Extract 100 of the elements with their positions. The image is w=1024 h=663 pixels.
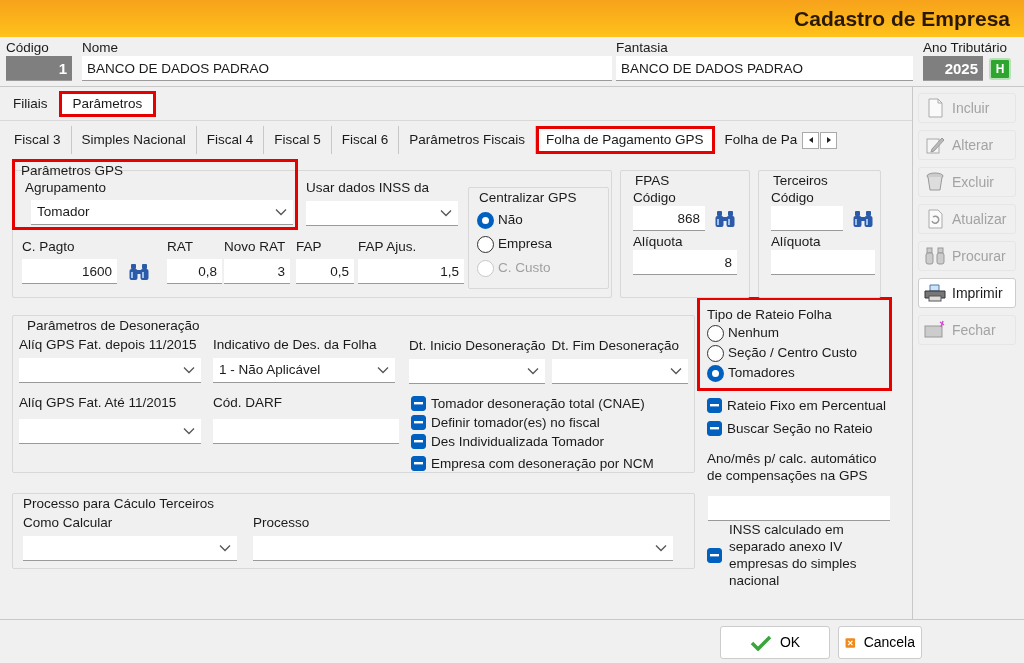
input-field[interactable]: 8 (633, 250, 737, 276)
field-label: Usar dados INSS da (306, 179, 430, 196)
binoculars-icon[interactable] (853, 209, 873, 228)
radio-button[interactable] (707, 344, 724, 362)
field-label: Novo RAT (224, 238, 286, 255)
checkbox[interactable] (707, 398, 722, 413)
dash-icon (414, 462, 423, 466)
field-label: Alíquota (633, 233, 683, 251)
input-field[interactable]: 1,5 (358, 259, 464, 284)
checkbox[interactable] (707, 547, 722, 563)
checkbox[interactable] (411, 456, 426, 472)
binoculars-icon[interactable] (129, 262, 149, 281)
input-field[interactable]: 3 (224, 259, 290, 284)
dropdown[interactable] (409, 359, 545, 385)
dropdown[interactable] (253, 536, 673, 562)
radio-label: Nenhum (728, 323, 780, 342)
dash-icon (414, 402, 423, 406)
dropdown[interactable] (306, 201, 458, 226)
chevron-down-icon (655, 544, 667, 553)
field-label: Indicativo de Des. da Folha (213, 336, 377, 354)
arrow-right-icon (824, 135, 833, 145)
dialog-button[interactable]: OK (720, 626, 830, 659)
radio-label: Não (498, 211, 523, 230)
group-title: Parâmetros GPS (21, 163, 125, 179)
checkbox-label: Empresa com desoneração por NCM (431, 455, 654, 474)
chevron-down-icon (440, 209, 452, 217)
radio-label: Empresa (498, 235, 553, 254)
radio-button[interactable] (477, 235, 494, 253)
field-label: Dt. Fim Desoneração (551, 337, 680, 355)
field-label: Código (6, 39, 49, 56)
binoculars-icon[interactable] (715, 209, 735, 228)
field-label: Código (771, 189, 814, 207)
dropdown[interactable] (19, 358, 201, 384)
checkbox-label: INSS calculado em separado anexo IV empresas do simples nacional (729, 521, 858, 589)
dropdown[interactable]: 1 - Não Aplicável (213, 358, 395, 384)
input-field[interactable]: 0,8 (167, 259, 222, 284)
input-field[interactable]: 0,5 (296, 259, 354, 284)
input-field[interactable]: 1 (6, 56, 72, 81)
chevron-down-icon (219, 544, 231, 553)
field-label: Agrupamento (25, 179, 107, 196)
scroll-right-button[interactable] (820, 131, 838, 149)
input-field[interactable]: BANCO DE DADOS PADRAO (82, 56, 612, 81)
field-label: Cód. DARF (213, 394, 283, 412)
binoculars-icon (924, 246, 946, 266)
field-label: Alíquota (771, 233, 821, 251)
field-label: Fantasia (616, 39, 668, 56)
tab[interactable]: Folha de Pagamento GPS (535, 126, 715, 154)
radio-label: C. Custo (498, 259, 551, 278)
chevron-down-icon (183, 427, 195, 436)
radio-button[interactable] (707, 364, 724, 382)
chevron-down-icon (527, 367, 539, 376)
scroll-left-button[interactable] (802, 131, 820, 149)
checkbox-label: Buscar Seção no Rateio (727, 420, 873, 438)
field-label: Ano/mês p/ calc. automático de compensações na GPS (707, 450, 878, 484)
dropdown[interactable] (551, 359, 688, 385)
toolbar-button[interactable]: Imprimir (918, 278, 1016, 308)
checkbox[interactable] (411, 415, 426, 431)
tab[interactable]: Parâmetros (58, 91, 157, 117)
dropdown[interactable] (23, 536, 237, 562)
chevron-down-icon (275, 208, 287, 216)
window-title: Cadastro de Empresa (794, 5, 1010, 32)
input-field[interactable]: 2025 (923, 56, 983, 81)
checkbox[interactable] (707, 421, 722, 436)
field-label: Dt. Inicio Desoneração (409, 337, 546, 355)
radio-label: Tomadores (728, 363, 795, 382)
dash-icon (710, 404, 719, 407)
group-title: Tipo de Rateio Folha (707, 307, 833, 323)
input-field[interactable]: 1600 (22, 259, 117, 284)
group-title: Parâmetros de Desoneração (25, 318, 202, 334)
input-field[interactable] (771, 250, 875, 276)
field-label: Alíq GPS Fat. Até 11/2015 (19, 394, 177, 412)
input-field[interactable]: 868 (633, 206, 705, 232)
checkbox-label: Tomador desoneração total (CNAE) (431, 395, 645, 414)
chevron-down-icon (669, 367, 682, 376)
dialog-button[interactable]: Cancela (838, 626, 922, 659)
exit-icon (924, 320, 946, 340)
dash-icon (710, 553, 719, 557)
field-label: Nome (82, 39, 118, 56)
group-title: Processo para Cáculo Terceiros (21, 496, 217, 512)
radio-button[interactable] (477, 211, 494, 229)
input-field[interactable] (213, 419, 399, 445)
checkbox-label: Definir tomador(es) no fiscal (431, 414, 600, 433)
dash-icon (710, 427, 719, 430)
printer-icon (924, 283, 946, 303)
checkbox-label: Des Individualizada Tomador (431, 433, 605, 452)
input-field[interactable]: BANCO DE DADOS PADRAO (616, 56, 913, 81)
pencil-icon (924, 135, 946, 155)
chevron-down-icon (183, 366, 195, 375)
checkbox[interactable] (411, 396, 426, 412)
field-label: FAP (296, 238, 322, 255)
input-field[interactable] (771, 206, 843, 232)
dash-icon (414, 421, 423, 425)
field-label: C. Pagto (22, 238, 75, 255)
field-label: Código (633, 189, 676, 207)
dropdown[interactable] (19, 419, 201, 445)
checkbox[interactable] (411, 434, 426, 450)
radio-button[interactable] (707, 324, 724, 342)
field-label: RAT (167, 238, 193, 255)
dropdown[interactable]: Tomador (31, 200, 293, 225)
input-field[interactable] (708, 496, 890, 521)
